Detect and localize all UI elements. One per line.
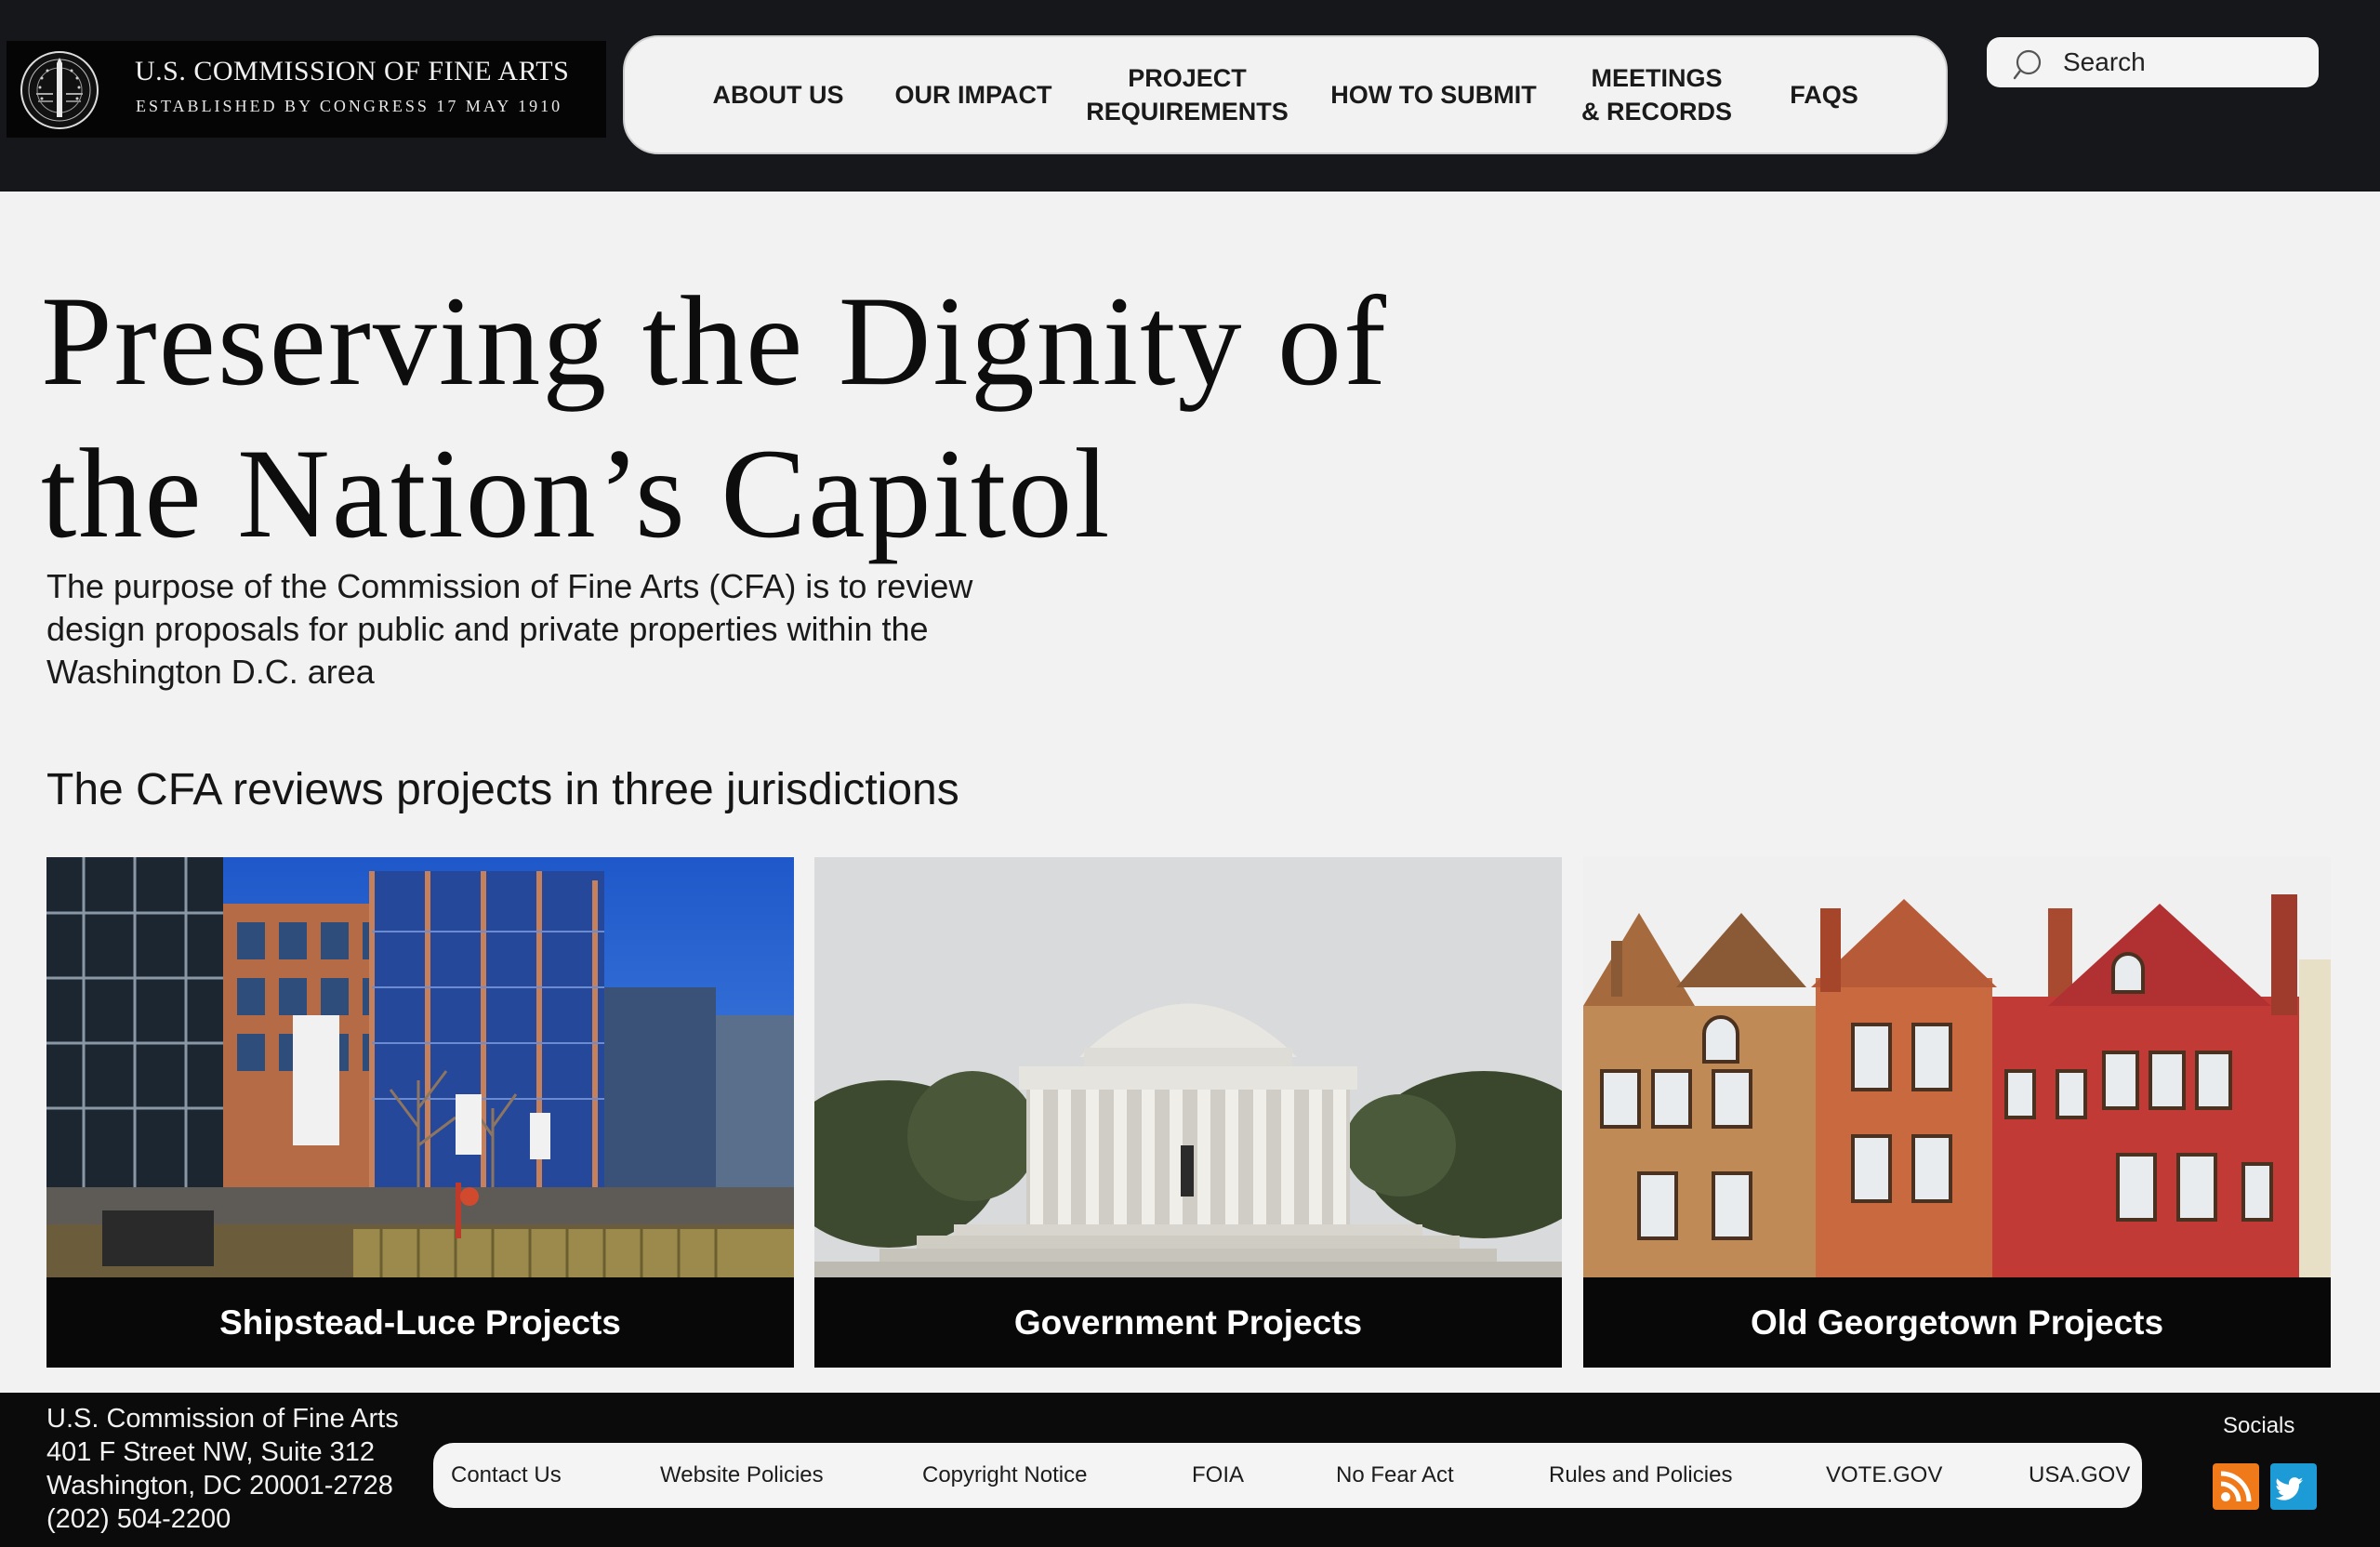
card-label: Government Projects	[814, 1277, 1562, 1368]
card-label: Shipstead-Luce Projects	[46, 1277, 794, 1368]
footer-link-contact-us[interactable]: Contact Us	[451, 1443, 562, 1508]
footer-link-vote-gov[interactable]: VOTE.GOV	[1826, 1443, 1942, 1508]
footer-link-no-fear-act[interactable]: No Fear Act	[1336, 1443, 1454, 1508]
logo-title: U.S. COMMISSION OF FINE ARTS	[135, 56, 570, 86]
twitter-icon[interactable]	[2270, 1463, 2317, 1510]
address-org: U.S. Commission of Fine Arts	[46, 1404, 399, 1434]
site-header: U.S. COMMISSION OF FINE ARTS ESTABLISHED…	[0, 0, 2380, 192]
logo-subtitle: ESTABLISHED BY CONGRESS 17 MAY 1910	[136, 97, 563, 115]
socials-label: Socials	[2223, 1413, 2295, 1438]
jurisdictions-heading: The CFA reviews projects in three jurisd…	[46, 765, 959, 814]
nav-faqs[interactable]: FAQS	[1750, 37, 1898, 152]
main-nav: ABOUT US OUR IMPACT PROJECT REQUIREMENTS…	[623, 35, 1948, 154]
hero-title: Preserving the Dignity of the Nation’s C…	[41, 270, 1388, 564]
address-city: Washington, DC 20001-2728	[46, 1471, 393, 1501]
site-logo-link[interactable]: U.S. COMMISSION OF FINE ARTS ESTABLISHED…	[7, 41, 606, 138]
footer-link-usa-gov[interactable]: USA.GOV	[2029, 1443, 2130, 1508]
waterfront-photo	[46, 857, 794, 1277]
footer-links: Contact Us Website Policies Copyright No…	[433, 1443, 2142, 1508]
card-label: Old Georgetown Projects	[1583, 1277, 2331, 1368]
nav-project-requirements[interactable]: PROJECT REQUIREMENTS	[1071, 37, 1303, 152]
footer-link-foia[interactable]: FOIA	[1192, 1443, 1244, 1508]
nav-how-to-submit[interactable]: HOW TO SUBMIT	[1303, 37, 1564, 152]
hero-description: The purpose of the Commission of Fine Ar…	[46, 567, 973, 691]
row-houses-photo	[1583, 857, 2331, 1277]
footer-link-website-policies[interactable]: Website Policies	[660, 1443, 824, 1508]
card-shipstead-luce[interactable]: Shipstead-Luce Projects	[46, 857, 794, 1368]
card-old-georgetown[interactable]: Old Georgetown Projects	[1583, 857, 2331, 1368]
commission-seal-icon	[20, 51, 99, 129]
site-footer: U.S. Commission of Fine Arts 401 F Stree…	[0, 1393, 2380, 1547]
memorial-photo	[814, 857, 1562, 1277]
search-input[interactable]	[2063, 45, 2305, 80]
footer-link-copyright-notice[interactable]: Copyright Notice	[922, 1443, 1087, 1508]
nav-meetings-records[interactable]: MEETINGS & RECORDS	[1564, 37, 1750, 152]
address-phone: (202) 504-2200	[46, 1504, 231, 1534]
footer-address: U.S. Commission of Fine Arts 401 F Stree…	[46, 1402, 399, 1536]
footer-link-rules-and-policies[interactable]: Rules and Policies	[1549, 1443, 1732, 1508]
nav-our-impact[interactable]: OUR IMPACT	[876, 37, 1071, 152]
card-government-projects[interactable]: Government Projects	[814, 857, 1562, 1368]
nav-about-us[interactable]: ABOUT US	[681, 37, 876, 152]
rss-icon[interactable]	[2213, 1463, 2259, 1510]
address-street: 401 F Street NW, Suite 312	[46, 1437, 376, 1467]
search-icon[interactable]	[2013, 46, 2050, 84]
search-box[interactable]	[1987, 37, 2319, 87]
